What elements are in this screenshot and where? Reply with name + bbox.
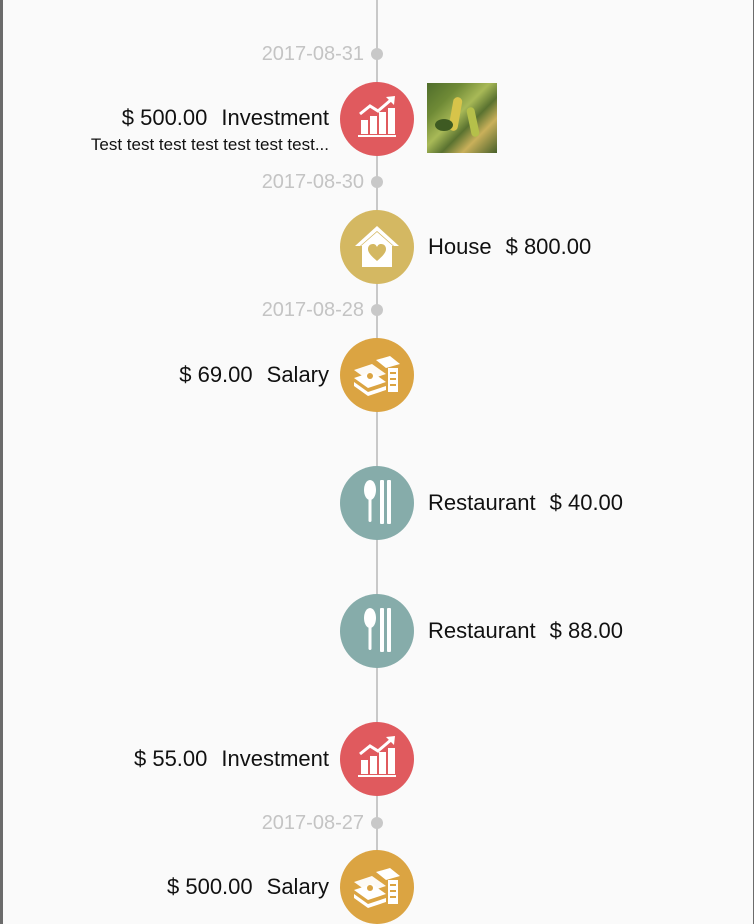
entry-category: Investment — [221, 105, 329, 130]
money-stack-icon — [354, 868, 400, 908]
entry-amount: $ 40.00 — [549, 490, 624, 515]
money-stack-icon — [354, 356, 400, 396]
entry-category: Restaurant — [428, 618, 536, 643]
entry-note: Test test test test test test test... — [90, 135, 329, 154]
spoon-chopsticks-icon — [364, 608, 391, 652]
entry-category: Restaurant — [428, 490, 536, 515]
entry-label: Restaurant $ 88.00 — [428, 617, 623, 645]
salary-category-button[interactable] — [340, 850, 414, 924]
date-label: 2017-08-28 — [261, 299, 364, 321]
house-category-button[interactable] — [340, 210, 414, 284]
date-label: 2017-08-27 — [261, 812, 364, 834]
entry-category: House — [428, 234, 492, 259]
timeline-panel: 2017-08-31 $ 500.00 Investment Test test … — [3, 0, 753, 924]
entry-amount: $ 800.00 — [505, 234, 592, 259]
entry-label: $ 500.00 Investment — [122, 104, 329, 132]
entry-amount: $ 500.00 — [121, 105, 208, 130]
investment-category-button[interactable] — [340, 82, 414, 156]
entry-amount: $ 88.00 — [549, 618, 624, 643]
entry-label: $ 500.00 Salary — [167, 873, 329, 901]
date-label: 2017-08-31 — [261, 43, 364, 65]
chart-up-icon — [358, 96, 396, 137]
restaurant-category-button[interactable] — [340, 594, 414, 668]
entry-category: Investment — [221, 746, 329, 771]
salary-category-button[interactable] — [340, 338, 414, 412]
house-heart-icon — [355, 226, 399, 267]
entry-label: $ 55.00 Investment — [134, 745, 329, 773]
entry-photo-thumbnail[interactable] — [427, 83, 497, 153]
spoon-chopsticks-icon — [364, 480, 391, 524]
entry-category: Salary — [266, 362, 329, 387]
entry-amount: $ 55.00 — [133, 746, 208, 771]
date-dot — [371, 176, 383, 188]
entry-label: Restaurant $ 40.00 — [428, 489, 623, 517]
chart-up-icon — [358, 736, 396, 777]
entry-category: Salary — [266, 874, 329, 899]
date-label: 2017-08-30 — [261, 171, 364, 193]
investment-category-button[interactable] — [340, 722, 414, 796]
date-dot — [371, 304, 383, 316]
date-dot — [371, 48, 383, 60]
entry-label: $ 69.00 Salary — [179, 361, 329, 389]
entry-label: House $ 800.00 — [428, 233, 591, 261]
entry-amount: $ 69.00 — [179, 362, 253, 387]
entry-amount: $ 500.00 — [167, 874, 253, 899]
restaurant-category-button[interactable] — [340, 466, 414, 540]
date-dot — [371, 817, 383, 829]
